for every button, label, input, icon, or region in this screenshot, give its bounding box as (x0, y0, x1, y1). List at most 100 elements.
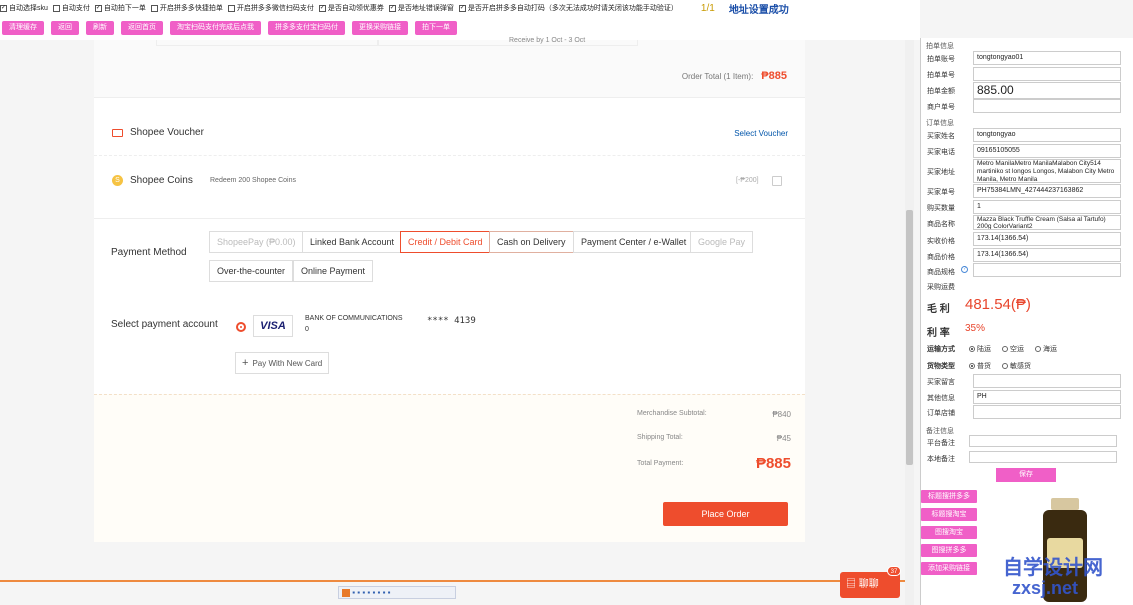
place-order-button[interactable]: Place Order (663, 502, 788, 526)
buyer-no-label: 买家单号 (927, 189, 955, 196)
pdd-auto-captcha-checkbox[interactable]: ✓ 是否开启拼多多自动打码（多次无法成功时请关闭该功能手动验证） (458, 3, 678, 13)
shopeepay-option[interactable]: ShopeePay (₱0.00) (209, 231, 304, 253)
coins-checkbox[interactable] (772, 176, 782, 186)
pdd-wechat-pay-checkbox[interactable]: 开启拼多多微信扫码支付 (227, 3, 314, 13)
shop-field[interactable] (973, 405, 1121, 419)
spec-label: 商品规格 (927, 269, 955, 276)
order-total: Order Total (1 Item): ₱885 (681, 70, 787, 82)
auto-next-order-checkbox[interactable]: ✓ 自动拍下一单 (94, 3, 146, 13)
order-no-field[interactable] (973, 67, 1121, 81)
image-search-taobao-button[interactable]: 图搜淘宝 (921, 526, 977, 539)
platform-note-field[interactable] (969, 435, 1117, 447)
delivery-box (378, 40, 638, 46)
home-button[interactable]: 返回首页 (121, 21, 163, 35)
product-label: 商品名称 (927, 221, 955, 228)
payment-section: Payment Method ShopeePay (₱0.00) Linked … (94, 218, 805, 393)
search-taobao-title-button[interactable]: 标题搜淘宝 (921, 508, 977, 521)
checkout-panel: Receive by 1 Oct - 3 Oct Order Total (1 … (94, 37, 805, 542)
online-payment-option[interactable]: Online Payment (293, 260, 374, 282)
order-no-label: 拍单单号 (927, 72, 955, 79)
address-error-popup-checkbox[interactable]: ✓ 是否地址错误弹窗 (388, 3, 454, 13)
goods-normal-radio[interactable]: 普货 (969, 361, 991, 371)
auto-coupon-checkbox[interactable]: ✓ 是否自动领优惠券 (318, 3, 384, 13)
shipping-total-value: ₱45 (776, 434, 791, 443)
watermark-line1: 自学设计网 (1003, 557, 1103, 579)
buyer-no-field[interactable]: PH75384LMN_427444237163862 (973, 184, 1121, 198)
coin-icon: S (112, 175, 123, 186)
shipping-total-label: Shipping Total: (637, 434, 683, 441)
select-account-label: Select payment account (111, 319, 218, 330)
plus-icon: + (242, 357, 249, 369)
local-note-field[interactable] (969, 451, 1117, 463)
save-button[interactable]: 保存 (996, 468, 1056, 482)
actual-price-field[interactable]: 173.14(1366.54) (973, 232, 1121, 246)
pdd-alipay-button[interactable]: 拼多多支付宝扫码付 (268, 21, 345, 35)
buyer-name-field[interactable]: tongtongyao (973, 128, 1121, 142)
ship-land-radio[interactable]: 陆运 (969, 344, 991, 354)
coins-row: S Shopee Coins Redeem 200 Shopee Coins [… (94, 156, 805, 201)
search-pdd-title-button[interactable]: 标题搜拼多多 (921, 490, 977, 503)
qty-field[interactable]: 1 (973, 200, 1121, 214)
qty-label: 购买数量 (927, 205, 955, 212)
bank-sub: 0 (305, 326, 309, 333)
payment-method-label: Payment Method (111, 247, 187, 258)
add-purchase-link-button[interactable]: 添加采购链接 (921, 562, 977, 575)
image-search-pdd-button[interactable]: 图搜拼多多 (921, 544, 977, 557)
coins-desc: Redeem 200 Shopee Coins (210, 177, 297, 184)
buyer-addr-field[interactable]: Metro ManilaMetro ManilaMalabon City514 … (973, 159, 1121, 183)
new-card-button[interactable]: + Pay With New Card (235, 352, 330, 374)
ship-sea-radio[interactable]: 海运 (1035, 344, 1057, 354)
auto-sku-checkbox[interactable]: ✓ 自动选择sku (0, 3, 48, 13)
pdd-quick-order-checkbox[interactable]: 开启拼多多快捷拍单 (150, 3, 223, 13)
address-status: 地址设置成功 (728, 4, 789, 16)
visa-logo: VISA (253, 315, 293, 337)
watermark-line2: zxsj.net (1012, 578, 1079, 598)
buyer-phone-field[interactable]: 09165105055 (973, 144, 1121, 158)
account-label: 拍单账号 (927, 56, 955, 63)
goods-sensitive-radio[interactable]: 敏感货 (1002, 361, 1031, 371)
order-total-amount: ₱885 (761, 70, 787, 82)
merchant-label: 商户单号 (927, 104, 955, 111)
ime-toolbar: ▪ ▪ ▪ ▪ ▪ ▪ ▪ ▪ (338, 586, 456, 599)
credit-debit-option[interactable]: Credit / Debit Card (400, 231, 491, 253)
freight-label: 采购运费 (927, 284, 955, 291)
ship-method-label: 运输方式 (927, 346, 955, 353)
select-voucher-link[interactable]: Select Voucher (734, 129, 788, 138)
section-order-title: 拍单信息 (926, 43, 954, 50)
help-icon: ? (961, 266, 968, 273)
spec-field[interactable] (973, 263, 1121, 277)
account-field[interactable]: tongtongyao01 (973, 51, 1121, 65)
goods-type-label: 货物类型 (927, 363, 955, 370)
account-radio[interactable] (236, 322, 246, 332)
payment-center-option[interactable]: Payment Center / e-Wallet (573, 231, 695, 253)
buyer-name-label: 买家姓名 (927, 133, 955, 140)
total-payment-value: ₱885 (755, 455, 791, 472)
change-link-button[interactable]: 更换采购链接 (352, 21, 408, 35)
voucher-icon (112, 129, 123, 137)
other-info-field[interactable]: PH (973, 390, 1121, 404)
next-order-button[interactable]: 拍下一单 (415, 21, 457, 35)
buyer-addr-label: 买家地址 (927, 169, 955, 176)
price-field[interactable]: 173.14(1366.54) (973, 248, 1121, 262)
product-field[interactable]: Mazza Black Truffle Cream (Salsa al Tart… (973, 215, 1121, 230)
refresh-button[interactable]: 刷新 (86, 21, 114, 35)
cod-option[interactable]: Cash on Delivery (489, 231, 574, 253)
other-info-label: 其他信息 (927, 395, 955, 402)
scrollbar-thumb[interactable] (906, 210, 913, 465)
clear-cache-button[interactable]: 清理缓存 (2, 21, 44, 35)
over-the-counter-option[interactable]: Over-the-counter (209, 260, 294, 282)
amount-field[interactable]: 885.00 (973, 82, 1121, 99)
merchant-field[interactable] (973, 99, 1121, 113)
ime-status-icons: ▪ ▪ ▪ ▪ ▪ ▪ ▪ ▪ (352, 588, 391, 597)
buyer-note-field[interactable] (973, 374, 1121, 388)
linked-bank-option[interactable]: Linked Bank Account (302, 231, 403, 253)
taobao-scan-done-button[interactable]: 淘宝扫码支付完成后点我 (170, 21, 261, 35)
section-note-title: 备注信息 (926, 428, 954, 435)
auto-pay-checkbox[interactable]: 自动支付 (52, 3, 90, 13)
google-pay-option[interactable]: Google Pay (690, 231, 754, 253)
voucher-row: Shopee Voucher Select Voucher (94, 116, 805, 156)
ship-air-radio[interactable]: 空运 (1002, 344, 1024, 354)
merch-subtotal-value: ₱840 (772, 410, 791, 419)
coins-label: Shopee Coins (130, 175, 193, 186)
back-button[interactable]: 返回 (51, 21, 79, 35)
